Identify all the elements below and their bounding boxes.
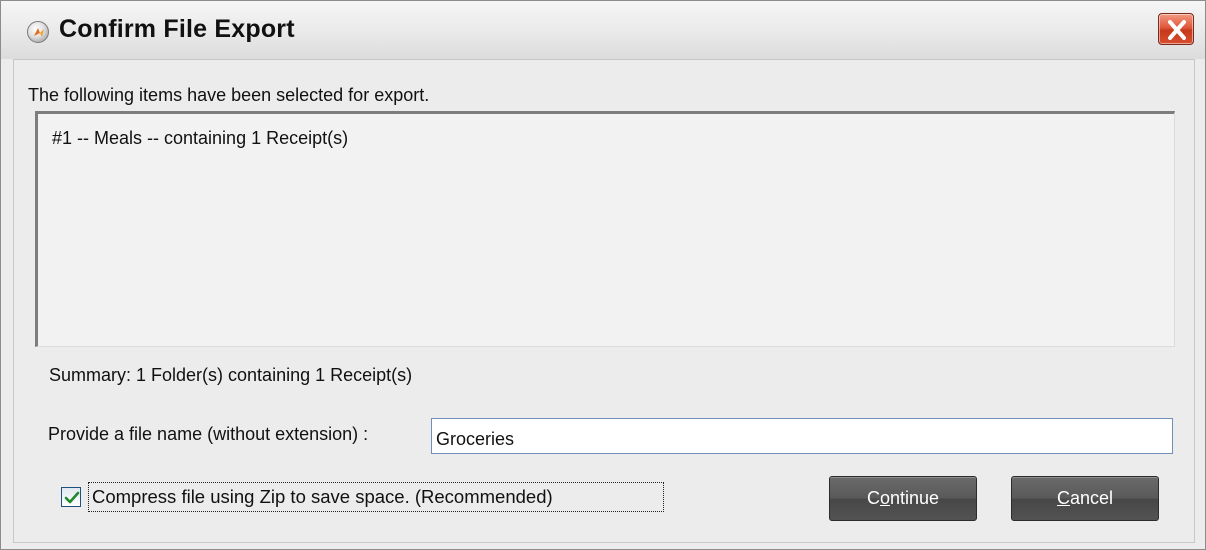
compress-checkbox[interactable]: [61, 487, 81, 507]
cancel-label-mnemonic: C: [1056, 488, 1070, 508]
cancel-button[interactable]: Cancel: [1011, 476, 1159, 521]
list-item[interactable]: #1 -- Meals -- containing 1 Receipt(s): [52, 128, 348, 149]
close-button[interactable]: [1158, 13, 1194, 45]
continue-label-pre: C: [866, 488, 880, 508]
close-icon: [1168, 20, 1186, 40]
summary-text: Summary: 1 Folder(s) containing 1 Receip…: [49, 365, 413, 385]
compress-checkbox-row[interactable]: Compress file using Zip to save space. (…: [57, 482, 667, 512]
export-items-list[interactable]: #1 -- Meals -- containing 1 Receipt(s): [35, 111, 1175, 347]
filename-label: Provide a file name (without extension) …: [48, 424, 369, 444]
filename-input[interactable]: [431, 418, 1173, 454]
continue-label-post: ntinue: [889, 488, 940, 508]
confirm-export-dialog: Confirm File Export The following items …: [0, 0, 1206, 550]
title-bar[interactable]: Confirm File Export: [1, 1, 1205, 59]
window-title: Confirm File Export: [59, 15, 295, 43]
continue-button[interactable]: Continue: [829, 476, 977, 521]
checkmark-icon: [64, 491, 80, 504]
cancel-label-post: ancel: [1069, 488, 1114, 508]
intro-text: The following items have been selected f…: [28, 85, 430, 105]
app-logo-icon: [27, 21, 49, 43]
compress-checkbox-label[interactable]: Compress file using Zip to save space. (…: [88, 482, 664, 512]
continue-label-mnemonic: o: [879, 488, 890, 508]
